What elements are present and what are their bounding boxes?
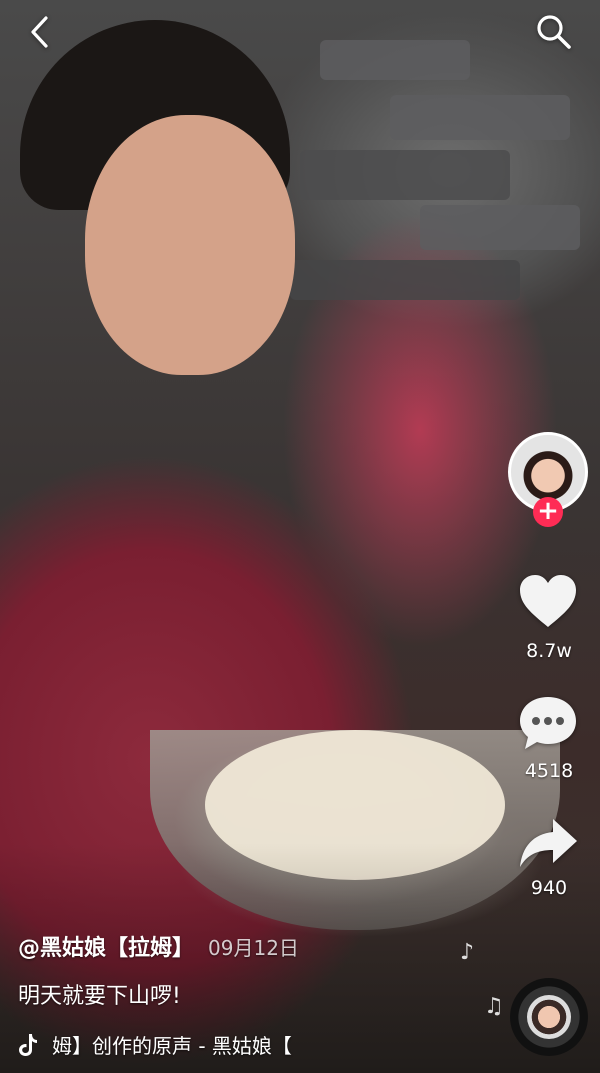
comment-icon [520,697,576,749]
share-arrow-icon [520,819,577,867]
like-button[interactable] [512,568,584,634]
search-button[interactable] [530,8,578,56]
follow-button[interactable]: + [533,497,563,527]
chevron-left-icon [31,16,48,48]
back-button[interactable] [18,10,62,54]
post-date: 09月12日 [208,936,299,960]
music-disc[interactable] [510,978,588,1056]
tiktok-music-icon [19,1033,37,1056]
search-icon [537,15,571,49]
author-name[interactable]: @黑姑娘【拉姆】 [18,930,194,962]
share-count: 940 [530,877,568,899]
music-note-icon: ♪ [460,940,475,965]
comment-count: 4518 [524,760,574,782]
music-cover-avatar [527,995,571,1039]
heart-icon [520,575,576,627]
post-author-row: @黑姑娘【拉姆】 09月12日 [18,930,299,962]
share-button[interactable] [512,812,584,874]
video-player[interactable] [0,0,600,1073]
music-bar[interactable]: 姆】创作的原声 - 黑姑娘【 [18,1030,292,1059]
like-count: 8.7w [526,640,572,662]
post-caption[interactable]: 明天就要下山啰! [18,978,181,1010]
music-title: 姆】创作的原声 - 黑姑娘【 [52,1034,292,1058]
music-note-icon: ♫ [484,994,504,1019]
comment-button[interactable] [512,690,584,756]
